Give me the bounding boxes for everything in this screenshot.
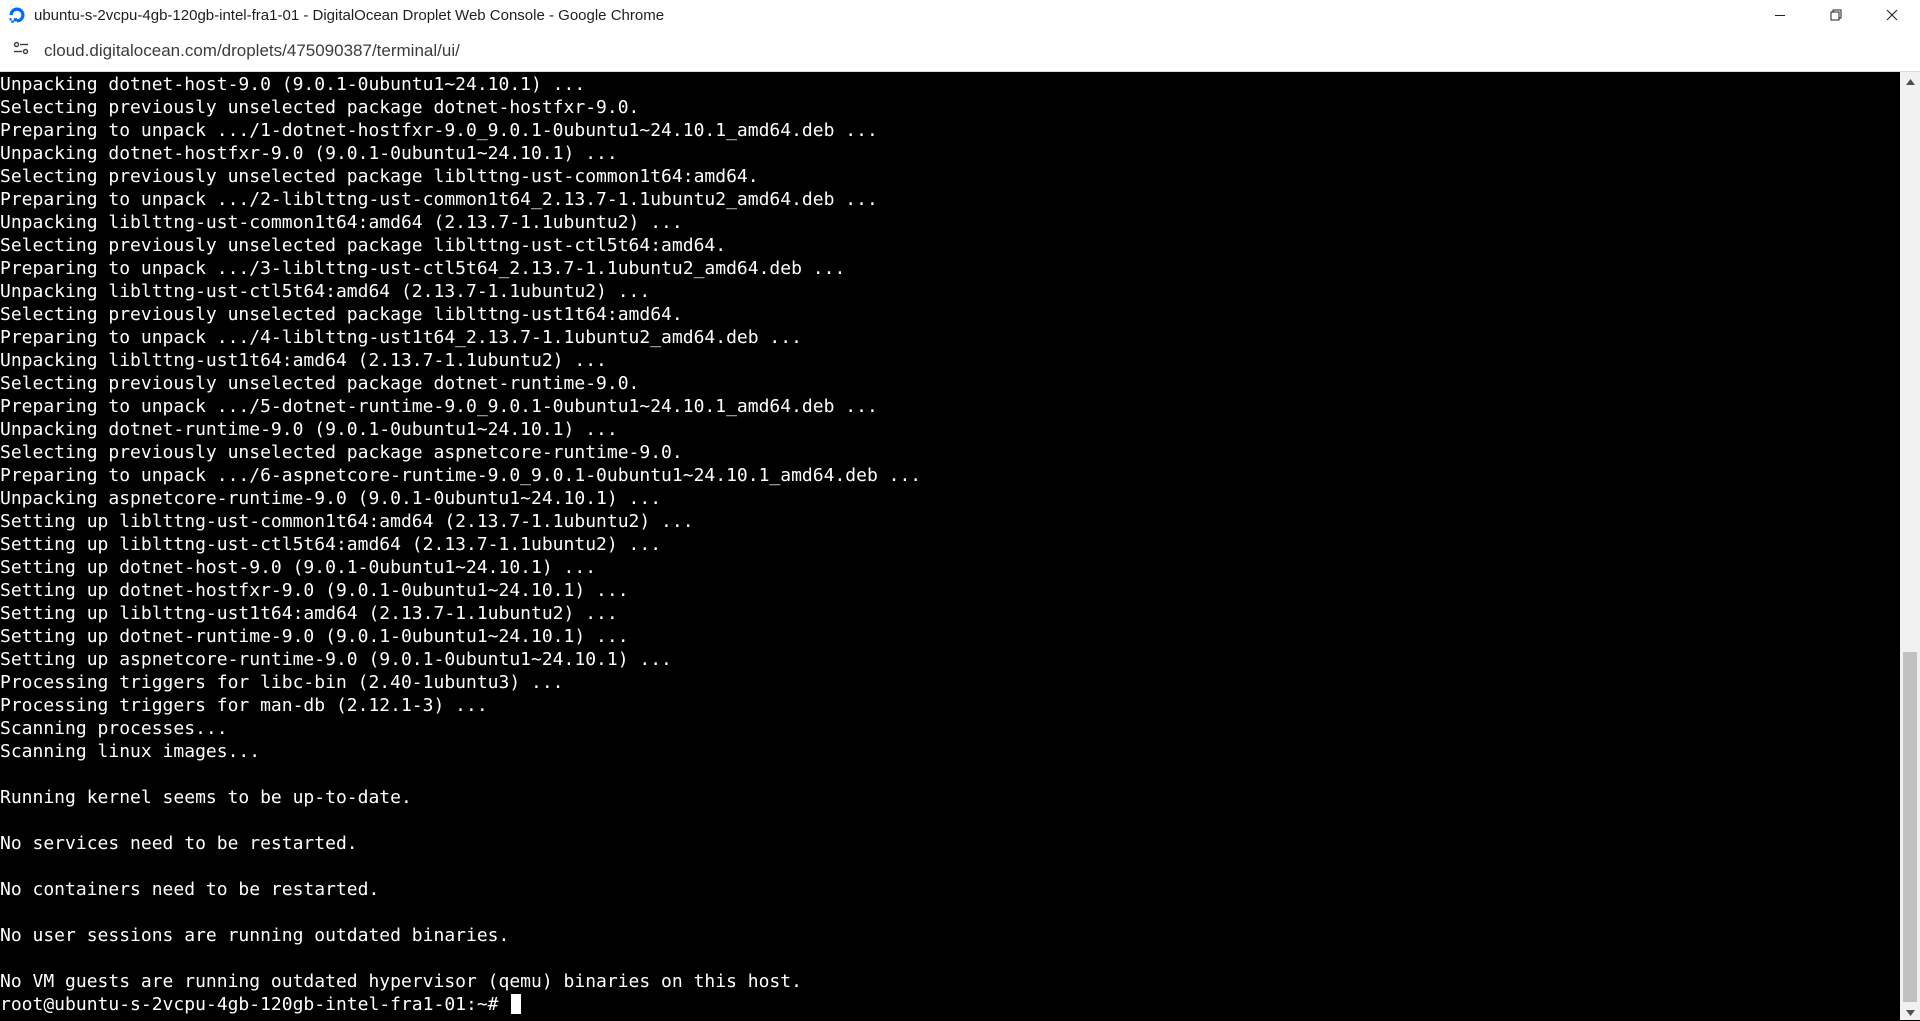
- terminal-line: Preparing to unpack .../1-dotnet-hostfxr…: [0, 120, 878, 141]
- terminal-line: Unpacking liblttng-ust-common1t64:amd64 …: [0, 212, 683, 233]
- terminal-line: Unpacking dotnet-runtime-9.0 (9.0.1-0ubu…: [0, 419, 618, 440]
- site-settings-icon: [13, 40, 29, 61]
- terminal-line: Processing triggers for man-db (2.12.1-3…: [0, 695, 488, 716]
- scroll-up-button[interactable]: [1900, 72, 1920, 89]
- terminal-line: Selecting previously unselected package …: [0, 373, 640, 394]
- terminal-line: Setting up aspnetcore-runtime-9.0 (9.0.1…: [0, 649, 672, 670]
- terminal-line: Selecting previously unselected package …: [0, 166, 759, 187]
- terminal-line: Unpacking dotnet-host-9.0 (9.0.1-0ubuntu…: [0, 74, 586, 95]
- terminal-scrollbar[interactable]: [1900, 72, 1920, 1020]
- terminal-screen[interactable]: Unpacking dotnet-host-9.0 (9.0.1-0ubuntu…: [0, 72, 1900, 1020]
- site-info-button[interactable]: [7, 37, 35, 65]
- terminal-prompt-line[interactable]: root@ubuntu-s-2vcpu-4gb-120gb-intel-fra1…: [0, 993, 921, 1016]
- minimize-button[interactable]: [1752, 0, 1808, 30]
- terminal-line: No services need to be restarted.: [0, 833, 358, 854]
- terminal-line: Scanning linux images...: [0, 741, 261, 762]
- terminal-line: Preparing to unpack .../5-dotnet-runtime…: [0, 396, 878, 417]
- restore-icon: [1830, 9, 1842, 21]
- terminal-line: Preparing to unpack .../6-aspnetcore-run…: [0, 465, 922, 486]
- shell-prompt: root@ubuntu-s-2vcpu-4gb-120gb-intel-fra1…: [0, 994, 510, 1015]
- terminal-line: Preparing to unpack .../4-liblttng-ust1t…: [0, 327, 802, 348]
- terminal-line: Selecting previously unselected package …: [0, 304, 683, 325]
- title-bar[interactable]: ubuntu-s-2vcpu-4gb-120gb-intel-fra1-01 -…: [0, 0, 1920, 30]
- terminal-line: Setting up liblttng-ust1t64:amd64 (2.13.…: [0, 603, 618, 624]
- terminal-line: Preparing to unpack .../3-liblttng-ust-c…: [0, 258, 846, 279]
- url-field[interactable]: cloud.digitalocean.com/droplets/47509038…: [44, 41, 460, 61]
- terminal-line: Selecting previously unselected package …: [0, 235, 727, 256]
- terminal-line: Selecting previously unselected package …: [0, 97, 640, 118]
- terminal-line: Scanning processes...: [0, 718, 228, 739]
- terminal-line: Selecting previously unselected package …: [0, 442, 683, 463]
- scroll-up-arrow-icon: [1905, 72, 1915, 90]
- terminal-line: Unpacking liblttng-ust-ctl5t64:amd64 (2.…: [0, 281, 651, 302]
- close-icon: [1886, 9, 1898, 21]
- terminal-line: Running kernel seems to be up-to-date.: [0, 787, 412, 808]
- terminal-line: Setting up liblttng-ust-ctl5t64:amd64 (2…: [0, 534, 662, 555]
- terminal-line: Unpacking aspnetcore-runtime-9.0 (9.0.1-…: [0, 488, 662, 509]
- restore-button[interactable]: [1808, 0, 1864, 30]
- terminal-line: Unpacking liblttng-ust1t64:amd64 (2.13.7…: [0, 350, 607, 371]
- close-button[interactable]: [1864, 0, 1920, 30]
- address-bar: cloud.digitalocean.com/droplets/47509038…: [0, 30, 1920, 72]
- terminal-line: Setting up liblttng-ust-common1t64:amd64…: [0, 511, 694, 532]
- terminal-line: No VM guests are running outdated hyperv…: [0, 971, 802, 992]
- terminal-line: No user sessions are running outdated bi…: [0, 925, 510, 946]
- browser-window: ubuntu-s-2vcpu-4gb-120gb-intel-fra1-01 -…: [0, 0, 1920, 1020]
- digitalocean-logo-icon: [8, 6, 26, 24]
- terminal-cursor: [511, 994, 522, 1014]
- scroll-thumb[interactable]: [1903, 652, 1917, 1002]
- terminal-line: Processing triggers for libc-bin (2.40-1…: [0, 672, 564, 693]
- window-controls: [1752, 0, 1920, 30]
- terminal-line: Unpacking dotnet-hostfxr-9.0 (9.0.1-0ubu…: [0, 143, 618, 164]
- terminal-line: Setting up dotnet-runtime-9.0 (9.0.1-0ub…: [0, 626, 629, 647]
- terminal-output: Unpacking dotnet-host-9.0 (9.0.1-0ubuntu…: [0, 73, 921, 1016]
- minimize-icon: [1774, 9, 1786, 21]
- scroll-down-arrow-icon: [1905, 1003, 1915, 1021]
- terminal-line: No containers need to be restarted.: [0, 879, 380, 900]
- terminal-line: Setting up dotnet-host-9.0 (9.0.1-0ubunt…: [0, 557, 597, 578]
- terminal-line: Preparing to unpack .../2-liblttng-ust-c…: [0, 189, 878, 210]
- scroll-down-button[interactable]: [1900, 1003, 1920, 1020]
- terminal-line: Setting up dotnet-hostfxr-9.0 (9.0.1-0ub…: [0, 580, 629, 601]
- window-title: ubuntu-s-2vcpu-4gb-120gb-intel-fra1-01 -…: [34, 6, 665, 24]
